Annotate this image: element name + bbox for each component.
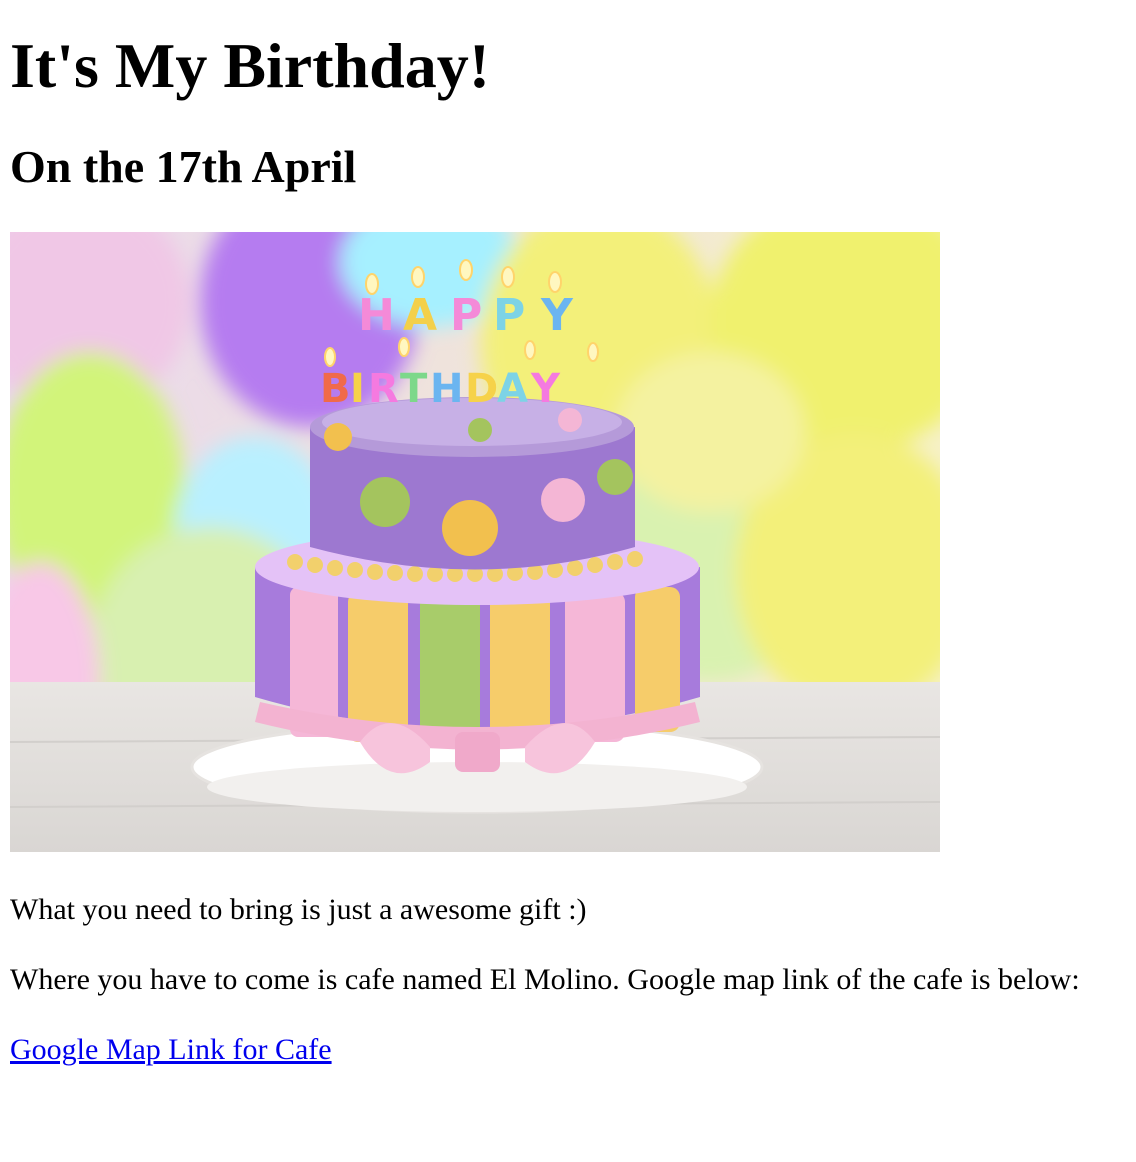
map-link-paragraph: Google Map Link for Cafe (10, 1032, 1126, 1068)
svg-text:A: A (403, 290, 437, 341)
svg-text:P: P (450, 290, 482, 341)
svg-text:H: H (430, 366, 463, 412)
page: It's My Birthday! On the 17th April H A … (0, 28, 1136, 1068)
cafe-location-text: Where you have to come is cafe named El … (10, 962, 1080, 996)
page-subtitle: On the 17th April (10, 140, 357, 192)
svg-text:Y: Y (540, 290, 574, 341)
svg-text:P: P (493, 290, 525, 341)
svg-text:B: B (320, 366, 351, 412)
svg-text:A: A (497, 366, 528, 412)
svg-text:R: R (368, 366, 399, 412)
birthday-cake-image: H A P P Y B I R T H D A Y (10, 231, 940, 852)
svg-text:Y: Y (530, 366, 561, 412)
svg-text:T: T (400, 366, 428, 412)
google-map-link[interactable]: Google Map Link for Cafe (10, 1033, 332, 1066)
page-title: It's My Birthday! (10, 30, 490, 101)
svg-text:D: D (465, 366, 498, 412)
bring-gift-text: What you need to bring is just a awesome… (10, 892, 587, 926)
svg-text:H: H (358, 290, 395, 341)
svg-text:I: I (350, 366, 365, 412)
